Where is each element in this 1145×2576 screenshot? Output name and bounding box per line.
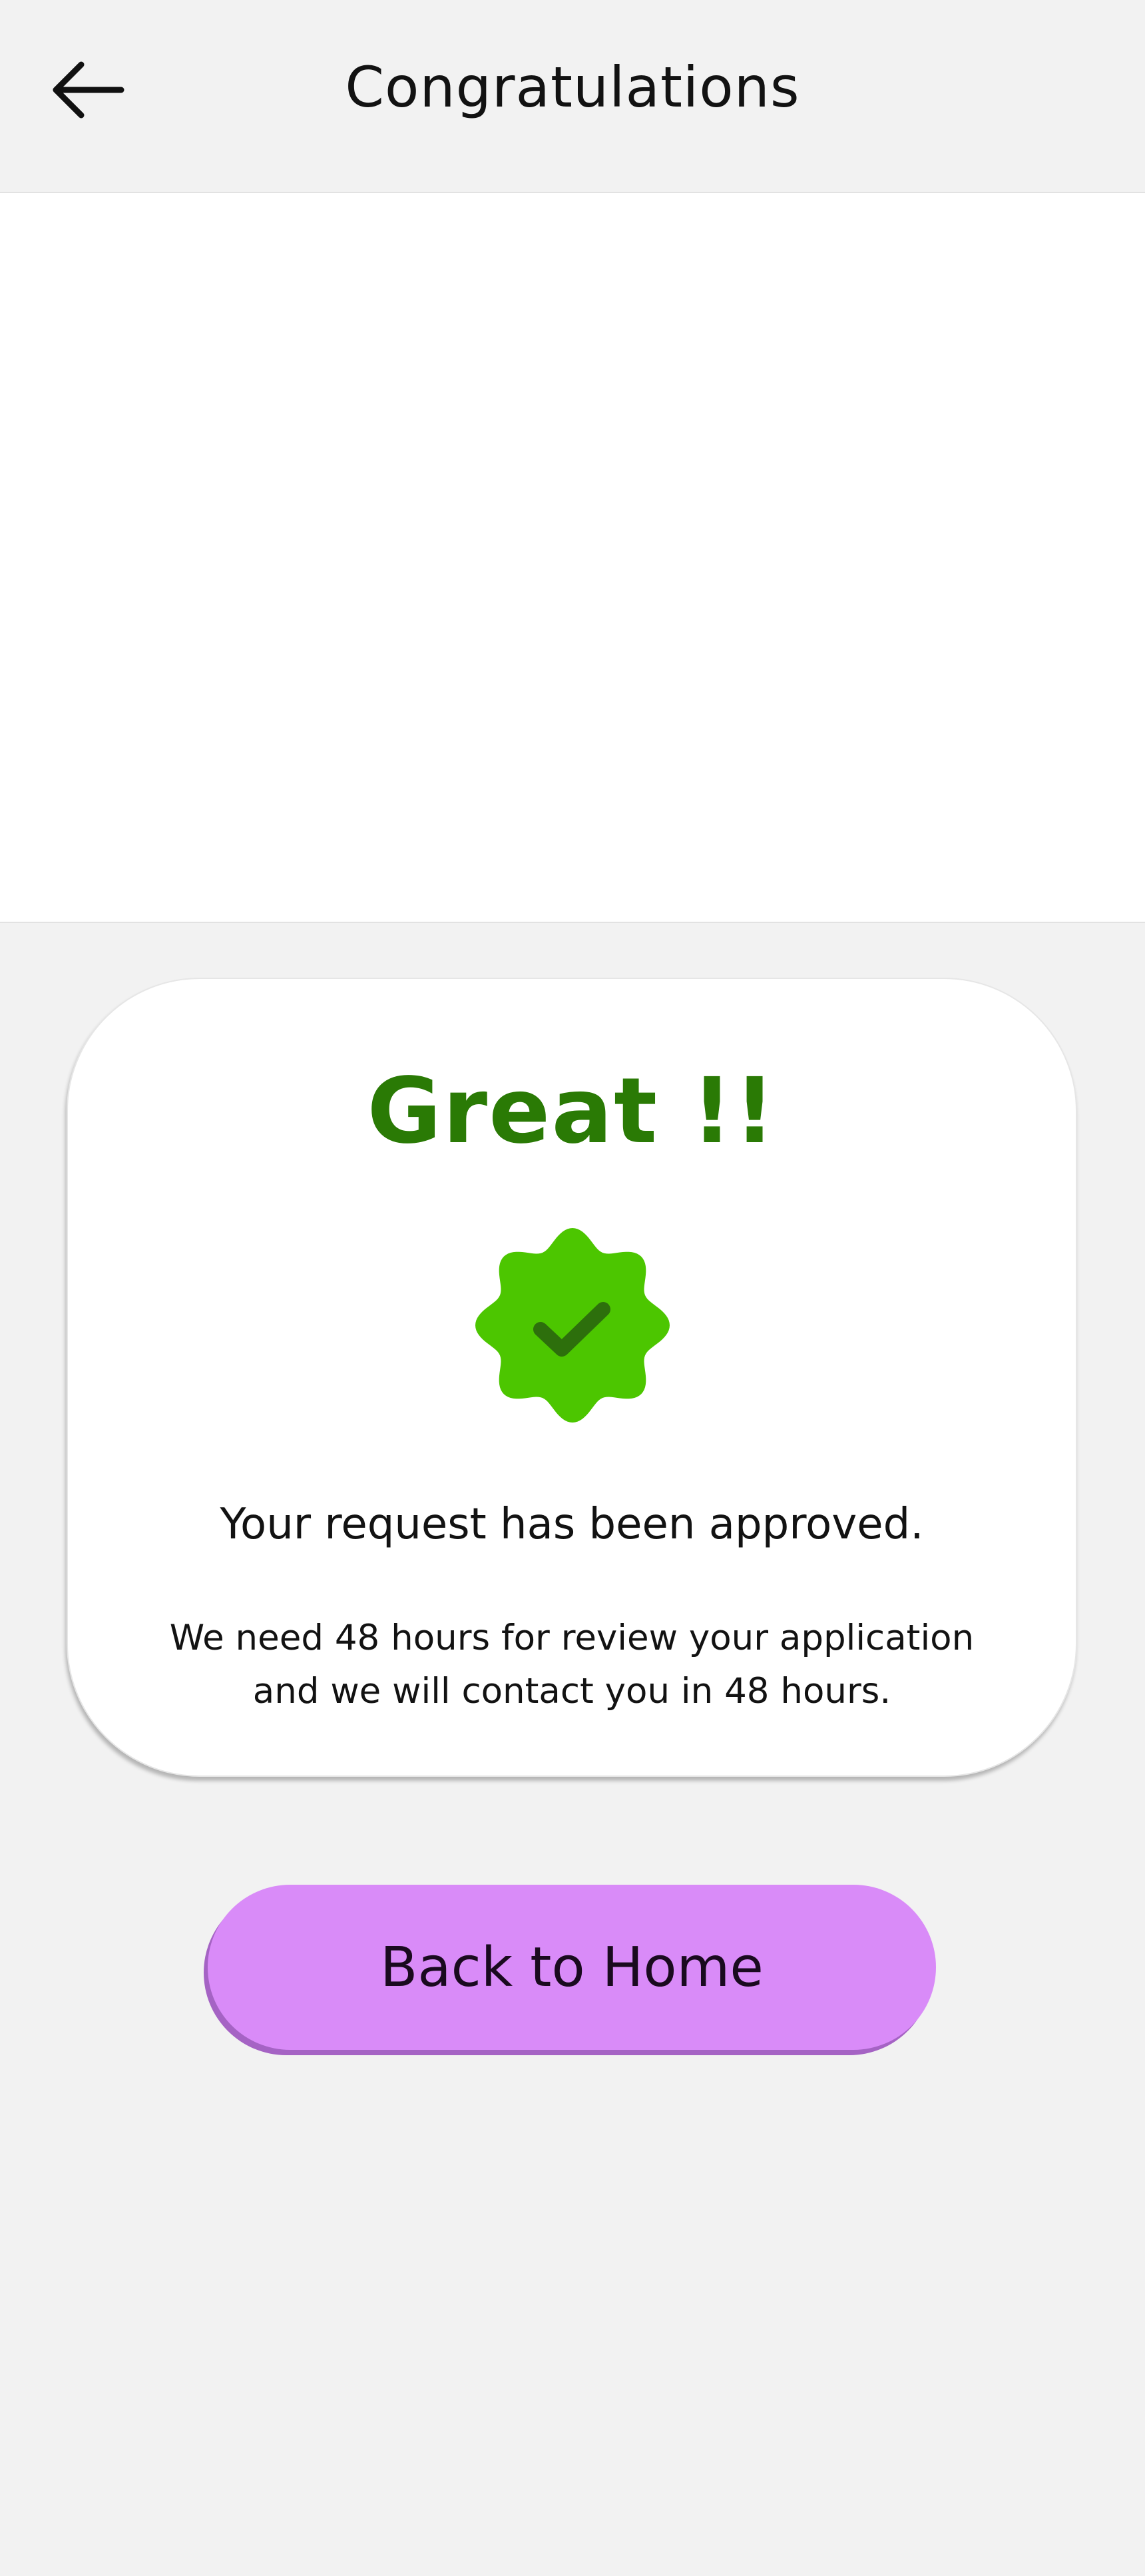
back-to-home-button[interactable]: Back to Home	[208, 1885, 936, 2050]
review-info-text: We need 48 hours for review your applica…	[169, 1618, 975, 1712]
verified-badge-check-icon	[475, 1228, 670, 1423]
page-title: Congratulations	[345, 55, 800, 120]
content-placeholder	[0, 192, 1145, 923]
card-heading: Great !!	[367, 1059, 777, 1164]
app-header: Congratulations	[0, 0, 1145, 190]
approval-card: Great !! Your request has been approved.…	[67, 978, 1077, 1777]
approval-status-text: Your request has been approved.	[220, 1500, 924, 1549]
